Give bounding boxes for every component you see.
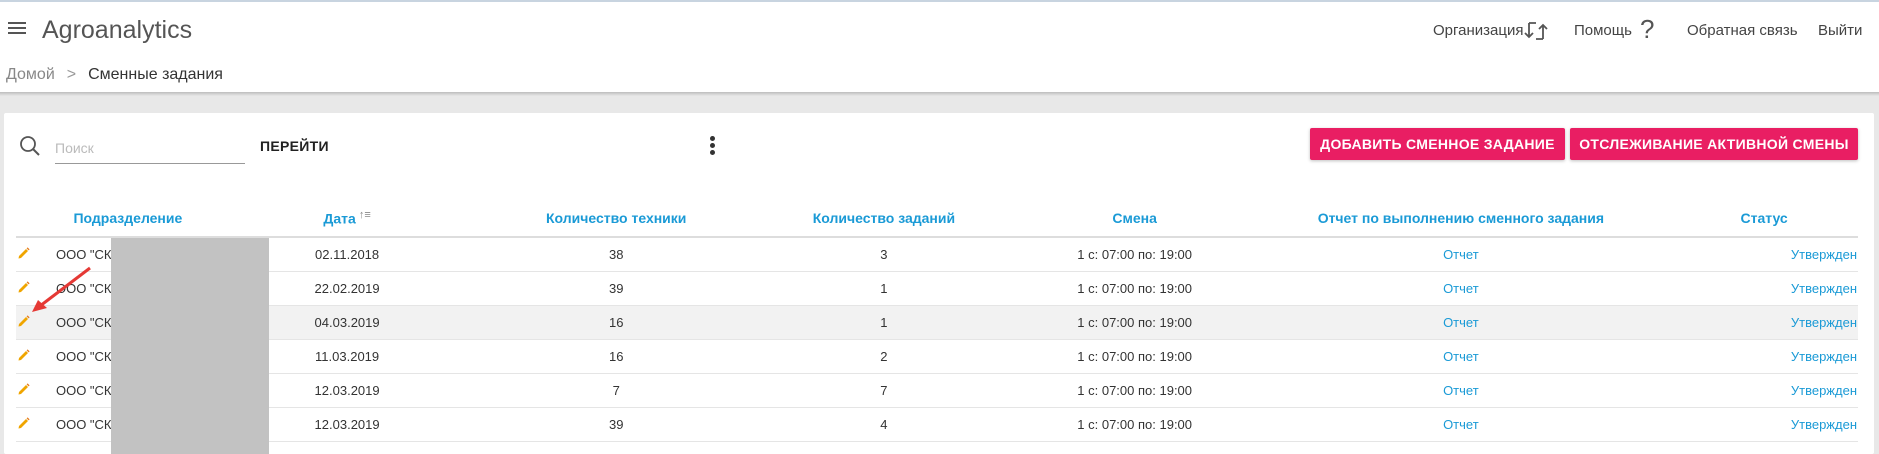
column-header-shift[interactable]: Смена [1017, 200, 1252, 238]
shift-cell: 1 с: 07:00 по: 19:00 [1017, 237, 1252, 272]
status-cell: Утвержден [1670, 271, 1858, 306]
organization-link[interactable]: Организация [1433, 22, 1523, 39]
search-icon [19, 135, 41, 157]
equipment-count-cell: 7 [482, 373, 751, 408]
edit-cell [16, 373, 44, 408]
status-link[interactable]: Утвержден [1791, 417, 1857, 432]
shift-cell: 1 с: 07:00 по: 19:00 [1017, 271, 1252, 306]
report-link[interactable]: Отчет [1443, 315, 1479, 330]
table-row: ООО "СК 11.03.2019 16 2 1 с: 07:00 по: 1… [16, 339, 1858, 374]
logout-link[interactable]: Выйти [1818, 22, 1862, 39]
app-title: Agroanalytics [42, 16, 193, 44]
shift-cell: 1 с: 07:00 по: 19:00 [1017, 407, 1252, 442]
red-annotation-arrow-icon [32, 266, 91, 312]
help-link[interactable]: Помощь [1574, 22, 1632, 39]
task-count-cell: 3 [750, 237, 1018, 272]
track-active-shift-button[interactable]: ОТСЛЕЖИВАНИЕ АКТИВНОЙ СМЕНЫ [1570, 128, 1858, 160]
report-cell: Отчет [1251, 407, 1671, 442]
breadcrumb-current: Сменные задания [88, 66, 223, 83]
status-cell: Утвержден [1670, 305, 1858, 340]
status-cell: Утвержден [1670, 339, 1858, 374]
search-input[interactable] [55, 133, 245, 164]
equipment-count-cell: 39 [482, 271, 751, 306]
equipment-count-cell: 16 [482, 305, 751, 340]
feedback-link[interactable]: Обратная связь [1687, 22, 1798, 39]
breadcrumb-home[interactable]: Домой [6, 66, 55, 83]
table-header-row: Подразделение Дата ↑≡ Количество техники … [16, 200, 1858, 238]
task-count-cell: 1 [750, 305, 1018, 340]
task-count-cell: 1 [750, 271, 1018, 306]
table-row: ООО "СК 02.11.2018 38 3 1 с: 07:00 по: 1… [16, 237, 1858, 272]
equipment-count-cell: 39 [482, 407, 751, 442]
task-count-cell: 7 [750, 373, 1018, 408]
report-link[interactable]: Отчет [1443, 247, 1479, 262]
shift-cell: 1 с: 07:00 по: 19:00 [1017, 305, 1252, 340]
table-row: ООО "СК 04.03.2019 16 1 1 с: 07:00 по: 1… [16, 305, 1858, 340]
more-options-icon[interactable] [708, 136, 716, 160]
table-row: ООО "СК 22.02.2019 39 1 1 с: 07:00 по: 1… [16, 271, 1858, 306]
redacted-block [111, 238, 269, 454]
edit-cell [16, 407, 44, 442]
report-cell: Отчет [1251, 339, 1671, 374]
report-link[interactable]: Отчет [1443, 281, 1479, 296]
pencil-edit-icon[interactable] [17, 382, 31, 399]
sort-ascending-icon[interactable]: ↑≡ [359, 209, 371, 221]
report-link[interactable]: Отчет [1443, 417, 1479, 432]
report-cell: Отчет [1251, 271, 1671, 306]
equipment-count-cell: 38 [482, 237, 751, 272]
edit-cell [16, 339, 44, 374]
status-link[interactable]: Утвержден [1791, 383, 1857, 398]
chevron-right-icon: > [66, 66, 77, 83]
column-header-date[interactable]: Дата ↑≡ [211, 200, 483, 238]
report-cell: Отчет [1251, 373, 1671, 408]
status-link[interactable]: Утвержден [1791, 247, 1857, 262]
report-cell: Отчет [1251, 305, 1671, 340]
equipment-count-cell: 16 [482, 339, 751, 374]
pencil-edit-icon[interactable] [17, 246, 31, 263]
status-cell: Утвержден [1670, 407, 1858, 442]
status-link[interactable]: Утвержден [1791, 349, 1857, 364]
column-header-equipment-count[interactable]: Количество техники [482, 200, 751, 238]
switch-organization-icon[interactable] [1524, 18, 1548, 49]
shift-cell: 1 с: 07:00 по: 19:00 [1017, 373, 1252, 408]
status-link[interactable]: Утвержден [1791, 281, 1857, 296]
table-row: ООО "СК 12.03.2019 39 4 1 с: 07:00 по: 1… [16, 407, 1858, 442]
pencil-edit-icon[interactable] [17, 416, 31, 433]
app-header: Agroanalytics Организация Помощь ? Обрат… [0, 2, 1879, 58]
go-button[interactable]: ПЕРЕЙТИ [260, 138, 329, 154]
column-header-date-label[interactable]: Дата [323, 211, 355, 227]
table-row: ООО "СК 12.03.2019 7 7 1 с: 07:00 по: 19… [16, 373, 1858, 408]
question-mark-icon[interactable]: ? [1640, 14, 1654, 45]
column-header-department[interactable]: Подразделение [43, 200, 212, 238]
shift-cell: 1 с: 07:00 по: 19:00 [1017, 339, 1252, 374]
status-link[interactable]: Утвержден [1791, 315, 1857, 330]
breadcrumb: Домой > Сменные задания [6, 66, 223, 84]
pencil-edit-icon[interactable] [17, 348, 31, 365]
column-header-task-count[interactable]: Количество заданий [750, 200, 1018, 238]
task-count-cell: 4 [750, 407, 1018, 442]
header-shadow [0, 92, 1879, 96]
report-cell: Отчет [1251, 237, 1671, 272]
hamburger-menu-icon[interactable] [8, 22, 26, 36]
column-header-report[interactable]: Отчет по выполнению сменного задания [1251, 200, 1671, 238]
report-link[interactable]: Отчет [1443, 383, 1479, 398]
status-cell: Утвержден [1670, 237, 1858, 272]
shift-tasks-table: Подразделение Дата ↑≡ Количество техники … [16, 200, 1858, 442]
task-count-cell: 2 [750, 339, 1018, 374]
status-cell: Утвержден [1670, 373, 1858, 408]
report-link[interactable]: Отчет [1443, 349, 1479, 364]
column-header-edit [16, 200, 44, 238]
add-shift-task-button[interactable]: ДОБАВИТЬ СМЕННОЕ ЗАДАНИЕ [1310, 128, 1565, 160]
column-header-status[interactable]: Статус [1670, 200, 1858, 238]
